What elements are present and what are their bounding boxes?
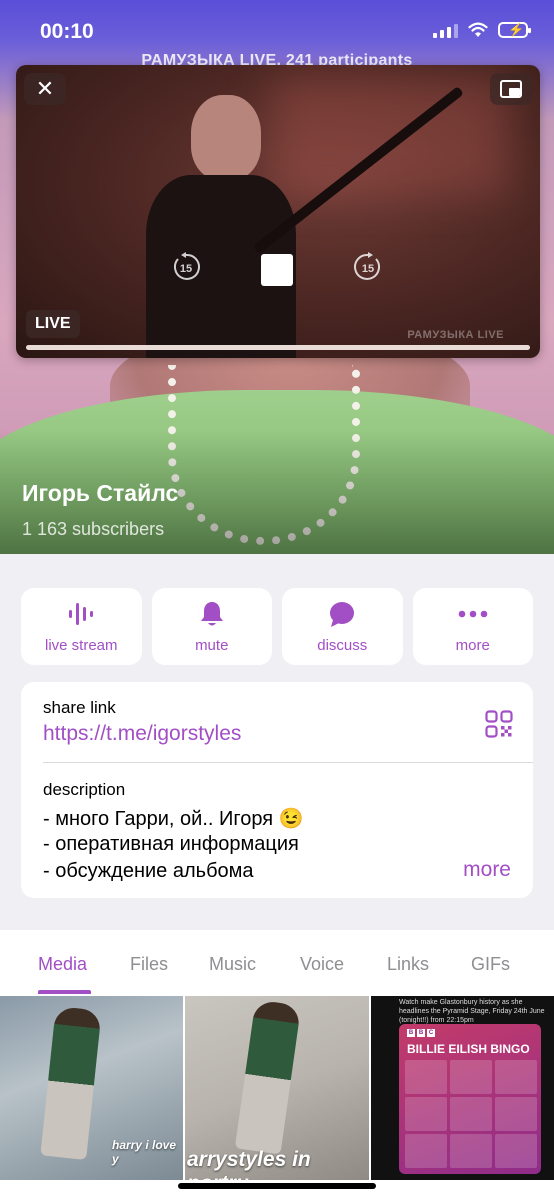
media-thumbnail[interactable]: arrystyles in portru: [185, 996, 369, 1180]
pip-video-player[interactable]: ✕ 15 15 LIVE РАМУЗЫКА LIVE: [16, 65, 540, 358]
description-more-link[interactable]: more: [463, 858, 511, 882]
close-icon[interactable]: ✕: [24, 73, 66, 105]
tab-gifs[interactable]: GIFs: [471, 954, 510, 975]
svg-text:15: 15: [180, 263, 192, 275]
media-thumbnail[interactable]: harry i love y: [0, 996, 183, 1180]
chat-bubble-icon: [328, 599, 356, 629]
media-thumbnail[interactable]: Watch make Glastonbury history as she he…: [371, 996, 554, 1180]
video-frame-musician: [146, 85, 464, 358]
description-line: - оперативная информация: [43, 833, 299, 855]
battery-icon: ⚡: [498, 22, 531, 38]
live-stream-button[interactable]: live stream: [21, 588, 142, 665]
home-indicator[interactable]: [178, 1183, 376, 1189]
media-grid: harry i love y arrystyles in portru Watc…: [0, 996, 554, 1200]
video-watermark: РАМУЗЫКА LIVE: [407, 329, 504, 341]
rewind-15-icon[interactable]: 15: [170, 251, 202, 283]
media-title: BILLIE EILISH BINGO: [407, 1042, 530, 1056]
share-link-label: share link: [43, 698, 116, 717]
svg-text:15: 15: [362, 263, 374, 275]
live-stream-label: live stream: [44, 637, 118, 654]
stop-icon[interactable]: [261, 254, 293, 286]
status-time: 00:10: [40, 20, 94, 43]
qr-code-icon[interactable]: [485, 710, 513, 738]
share-link[interactable]: https://t.me/igorstyles: [43, 722, 241, 746]
tab-files[interactable]: Files: [130, 954, 168, 975]
more-dots-icon: [458, 599, 488, 629]
bbc-logo: BBC: [407, 1029, 435, 1037]
pip-expand-icon[interactable]: [490, 73, 532, 105]
action-buttons: live stream mute discuss more: [21, 588, 533, 665]
media-caption: harry i love y: [112, 1138, 177, 1166]
tab-links[interactable]: Links: [387, 954, 429, 975]
mute-label: mute: [195, 637, 229, 654]
subscriber-count: 1 163 subscribers: [22, 519, 165, 539]
playback-progress-fill: [26, 345, 530, 350]
more-label: more: [455, 637, 490, 654]
description-label: description: [43, 780, 126, 799]
discuss-button[interactable]: discuss: [282, 588, 403, 665]
channel-name: Игорь Стайлс: [22, 480, 179, 506]
media-tabs: Media Files Music Voice Links GIFs: [0, 930, 554, 996]
bell-icon: [199, 599, 225, 629]
tab-voice[interactable]: Voice: [300, 954, 344, 975]
status-icons: ⚡: [433, 22, 531, 38]
tab-media[interactable]: Media: [38, 954, 87, 975]
signal-icon: [433, 22, 458, 38]
discuss-label: discuss: [317, 637, 368, 654]
live-badge: LIVE: [26, 310, 80, 338]
info-divider: [43, 762, 533, 763]
description-line: - обсуждение альбома: [43, 860, 254, 882]
wifi-icon: [468, 22, 488, 37]
live-stream-icon: [67, 599, 95, 629]
tab-music[interactable]: Music: [209, 954, 256, 975]
media-header-text: Watch make Glastonbury history as she he…: [399, 999, 545, 1024]
active-tab-indicator: [38, 990, 91, 994]
media-caption: arrystyles in portru: [187, 1148, 311, 1180]
playback-progress[interactable]: [26, 345, 530, 350]
profile-info: Игорь Стайлс 1 163 subscribers: [22, 480, 178, 540]
description-line: - много Гарри, ой.. Игоря 😉: [43, 808, 304, 830]
forward-15-icon[interactable]: 15: [352, 251, 384, 283]
mute-button[interactable]: mute: [151, 588, 272, 665]
player-controls: 15 15: [16, 251, 540, 291]
more-button[interactable]: more: [412, 588, 533, 665]
channel-info-card: share link https://t.me/igorstyles descr…: [21, 682, 533, 898]
